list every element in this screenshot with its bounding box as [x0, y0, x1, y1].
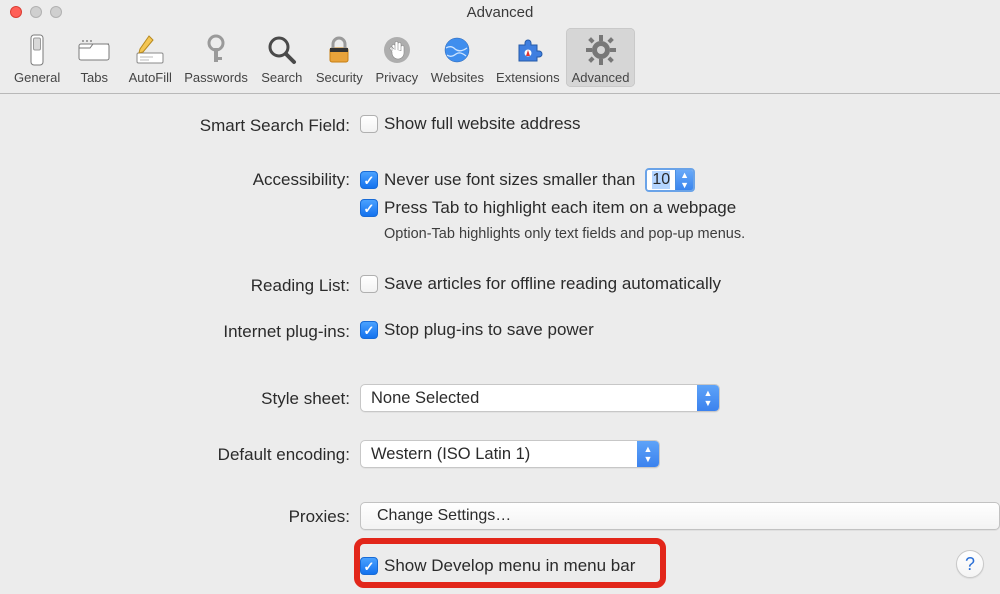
preferences-toolbar: General Tabs AutoFill — [0, 24, 1000, 94]
accessibility-hint: Option-Tab highlights only text fields a… — [384, 226, 1000, 242]
tab-label: General — [14, 70, 60, 85]
tab-extensions[interactable]: Extensions — [490, 28, 566, 87]
default-encoding-select[interactable]: Western (ISO Latin 1) ▲▼ — [360, 440, 660, 468]
select-value: None Selected — [361, 385, 697, 411]
row-accessibility: Accessibility: Never use font sizes smal… — [0, 168, 1000, 242]
select-value: Western (ISO Latin 1) — [361, 441, 637, 467]
traffic-lights — [0, 6, 62, 18]
tab-websites[interactable]: Websites — [425, 28, 490, 87]
tab-label: Security — [316, 70, 363, 85]
label-plugins: Internet plug-ins: — [0, 320, 360, 342]
checkbox-label: Show full website address — [384, 114, 581, 134]
help-button[interactable]: ? — [956, 550, 984, 578]
tab-tabs[interactable]: Tabs — [66, 28, 122, 87]
label-reading-list: Reading List: — [0, 274, 360, 296]
checkbox-label: Press Tab to highlight each item on a we… — [384, 198, 736, 218]
switch-icon — [17, 32, 57, 68]
stepper-arrows[interactable]: ▲ ▼ — [675, 170, 693, 190]
tab-autofill[interactable]: AutoFill — [122, 28, 178, 87]
checkbox-icon — [360, 171, 378, 189]
checkbox-icon — [360, 321, 378, 339]
advanced-pane: Smart Search Field: Show full website ad… — [0, 94, 1000, 576]
tabs-icon — [74, 32, 114, 68]
tab-security[interactable]: Security — [310, 28, 369, 87]
pencil-form-icon — [130, 32, 170, 68]
chevron-up-icon: ▲ — [676, 170, 693, 180]
checkbox-show-develop-menu[interactable]: Show Develop menu in menu bar — [360, 556, 1000, 576]
checkbox-icon — [360, 115, 378, 133]
tab-label: AutoFill — [129, 70, 172, 85]
help-icon: ? — [965, 554, 975, 575]
row-plugins: Internet plug-ins: Stop plug-ins to save… — [0, 320, 1000, 342]
key-icon — [196, 32, 236, 68]
checkbox-tab-highlight[interactable]: Press Tab to highlight each item on a we… — [360, 198, 1000, 218]
tab-label: Passwords — [184, 70, 248, 85]
tab-label: Advanced — [572, 70, 630, 85]
select-arrows-icon: ▲▼ — [637, 441, 659, 467]
checkbox-icon — [360, 199, 378, 217]
puzzle-icon — [508, 32, 548, 68]
checkbox-label: Stop plug-ins to save power — [384, 320, 594, 340]
checkbox-label: Never use font sizes smaller than — [384, 170, 635, 190]
search-icon — [262, 32, 302, 68]
style-sheet-select[interactable]: None Selected ▲▼ — [360, 384, 720, 412]
zoom-window-button[interactable] — [50, 6, 62, 18]
tab-privacy[interactable]: Privacy — [369, 28, 425, 87]
row-reading-list: Reading List: Save articles for offline … — [0, 274, 1000, 296]
titlebar: Advanced — [0, 0, 1000, 24]
row-style-sheet: Style sheet: None Selected ▲▼ — [0, 384, 1000, 412]
tab-search[interactable]: Search — [254, 28, 310, 87]
tab-label: Websites — [431, 70, 484, 85]
button-label: Change Settings… — [377, 507, 511, 525]
checkbox-label: Save articles for offline reading automa… — [384, 274, 721, 294]
minimize-window-button[interactable] — [30, 6, 42, 18]
tab-passwords[interactable]: Passwords — [178, 28, 254, 87]
chevron-down-icon: ▼ — [676, 180, 693, 190]
row-smart-search: Smart Search Field: Show full website ad… — [0, 114, 1000, 136]
tab-label: Tabs — [81, 70, 108, 85]
checkbox-stop-plugins[interactable]: Stop plug-ins to save power — [360, 320, 1000, 340]
label-default-encoding: Default encoding: — [0, 440, 360, 465]
hand-icon — [377, 32, 417, 68]
stepper-value: 10 — [647, 170, 675, 190]
row-develop-menu: Show Develop menu in menu bar — [0, 556, 1000, 576]
gear-icon — [581, 32, 621, 68]
checkbox-min-font[interactable]: Never use font sizes smaller than — [360, 170, 635, 190]
checkbox-icon — [360, 557, 378, 575]
tab-label: Privacy — [375, 70, 418, 85]
tab-label: Search — [261, 70, 302, 85]
tab-general[interactable]: General — [8, 28, 66, 87]
lock-icon — [319, 32, 359, 68]
checkbox-offline-reading[interactable]: Save articles for offline reading automa… — [360, 274, 1000, 294]
window-title: Advanced — [0, 4, 1000, 21]
label-proxies: Proxies: — [0, 502, 360, 527]
checkbox-show-full-url[interactable]: Show full website address — [360, 114, 1000, 134]
checkbox-icon — [360, 275, 378, 293]
close-window-button[interactable] — [10, 6, 22, 18]
row-proxies: Proxies: Change Settings… — [0, 502, 1000, 530]
checkbox-label: Show Develop menu in menu bar — [384, 556, 635, 576]
label-smart-search: Smart Search Field: — [0, 114, 360, 136]
min-font-size-stepper[interactable]: 10 ▲ ▼ — [645, 168, 695, 192]
change-proxy-settings-button[interactable]: Change Settings… — [360, 502, 1000, 530]
select-arrows-icon: ▲▼ — [697, 385, 719, 411]
globe-icon — [437, 32, 477, 68]
row-default-encoding: Default encoding: Western (ISO Latin 1) … — [0, 440, 1000, 468]
label-accessibility: Accessibility: — [0, 168, 360, 190]
label-style-sheet: Style sheet: — [0, 384, 360, 409]
tab-advanced[interactable]: Advanced — [566, 28, 636, 87]
tab-label: Extensions — [496, 70, 560, 85]
